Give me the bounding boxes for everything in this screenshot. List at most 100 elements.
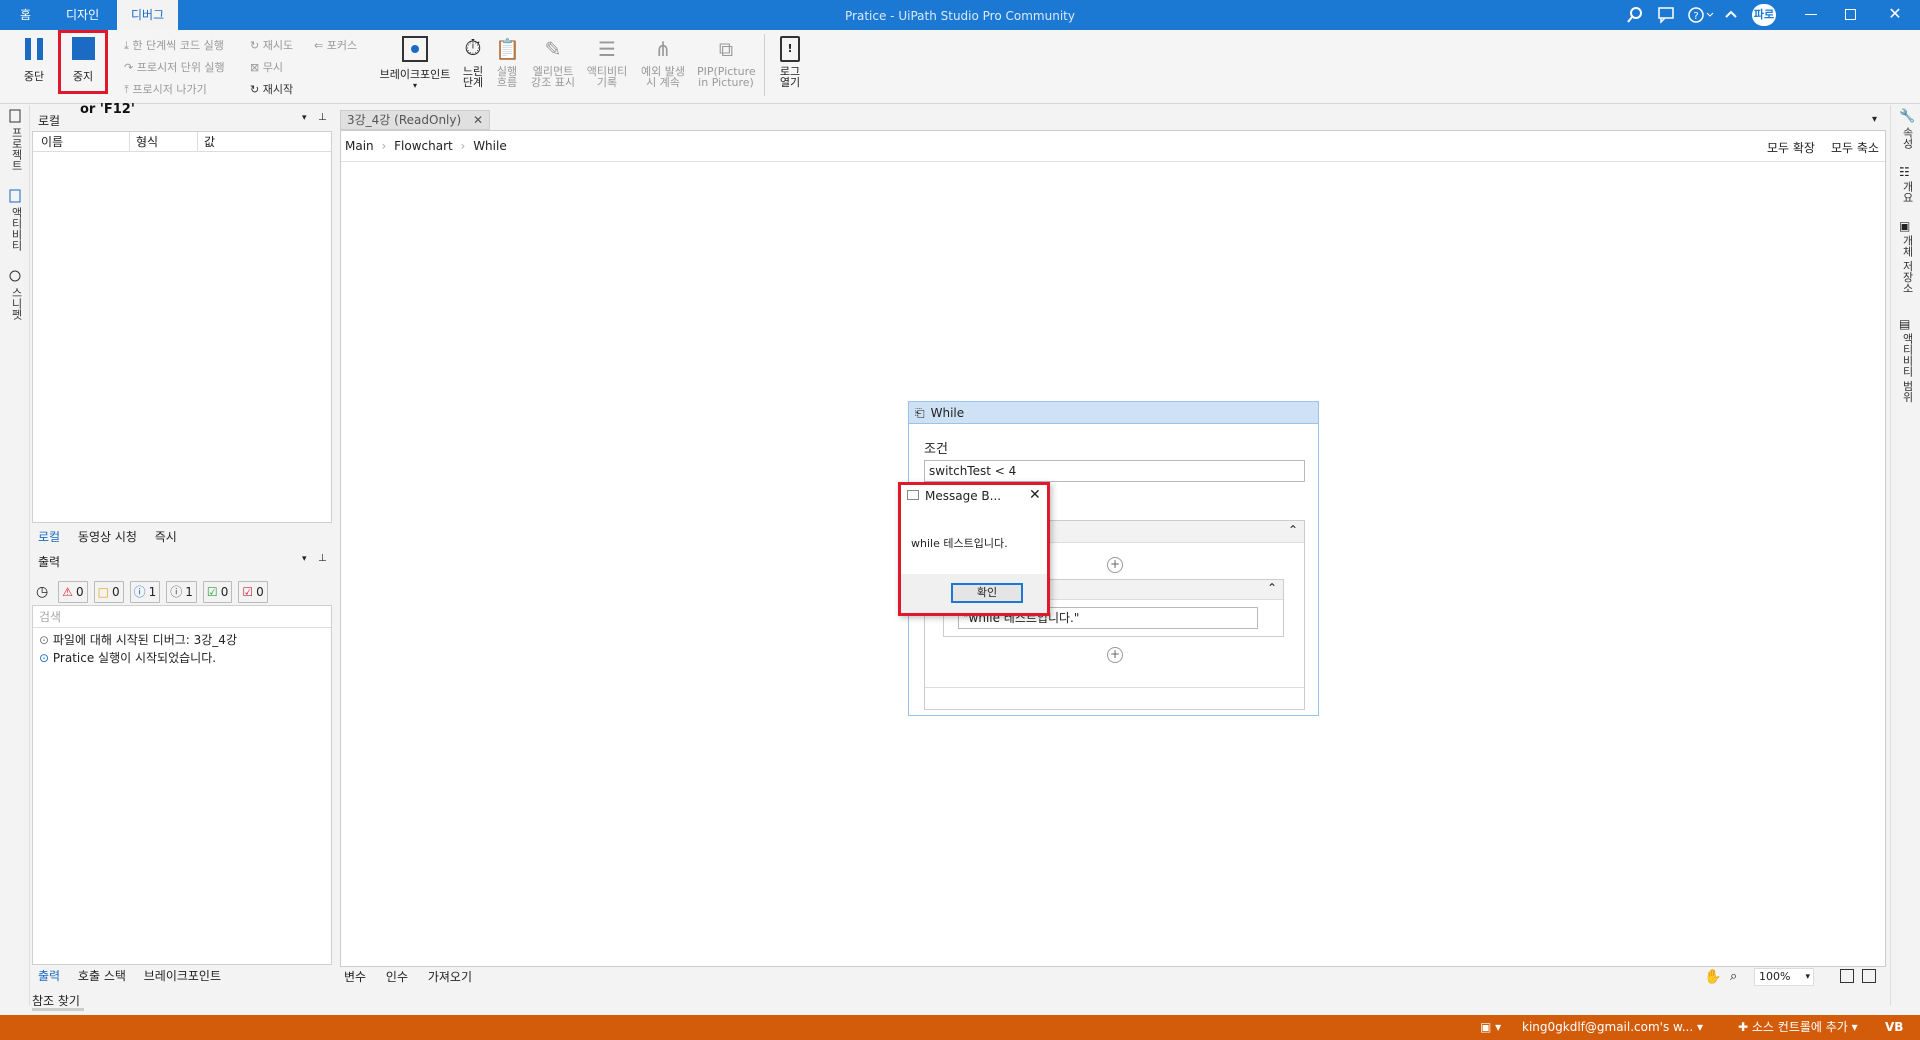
document-tab[interactable]: 3강_4강 (ReadOnly) ✕ (340, 110, 491, 130)
ignore-button[interactable]: ⊠ 무시 (250, 59, 283, 75)
info-icon: ⊙ (39, 651, 50, 665)
col-name[interactable]: 이름 (41, 132, 63, 152)
tab-watch[interactable]: 동영상 시청 (78, 530, 137, 544)
tab-variables[interactable]: 변수 (344, 970, 366, 984)
expand-all-link[interactable]: 모두 확장 (1767, 139, 1815, 156)
log-activities-button[interactable]: ☰ 액티비티 기록 (584, 36, 630, 88)
log-file-icon: ! (780, 36, 800, 62)
tab-immediate[interactable]: 즉시 (155, 530, 177, 544)
zoom-value: 100% (1759, 970, 1791, 983)
tab-locals[interactable]: 로컬 (38, 530, 60, 544)
close-icon[interactable]: ✕ (473, 113, 483, 127)
breakpoints-button[interactable]: 브레이크포인트 ▾ (374, 36, 456, 90)
verbose-count: 0 (256, 585, 264, 599)
tab-arguments[interactable]: 인수 (386, 970, 408, 984)
condition-input[interactable]: switchTest < 4 (924, 460, 1305, 482)
collapse-icon[interactable]: ⌃ (1288, 523, 1298, 537)
pip-button[interactable]: ⧉ PIP(Picture in Picture) (694, 36, 758, 88)
chevron-down-icon[interactable]: ▾ (1872, 114, 1877, 125)
breadcrumb-item[interactable]: While (473, 139, 507, 153)
sidebar-item-activity-coverage[interactable]: 액티비티 범위 (1899, 333, 1915, 403)
restart-button[interactable]: ↻ 재시작 (250, 81, 293, 97)
trace-filter[interactable]: ⓘ 1 (166, 581, 197, 603)
success-filter[interactable]: ☑ 0 (202, 581, 233, 603)
sidebar-item-activities[interactable]: 액티비티 (8, 207, 24, 251)
tab-breakpoints[interactable]: 브레이크포인트 (144, 969, 221, 983)
orchestrator-icon[interactable]: ▣ ▾ (1480, 1015, 1501, 1040)
chevron-down-icon: ▾ (1805, 972, 1810, 982)
collapse-all-link[interactable]: 모두 축소 (1831, 139, 1879, 156)
verbose-filter[interactable]: ☑ 0 (238, 581, 268, 603)
step-over-button[interactable]: ↷ 프로시저 단위 실행 (124, 59, 225, 75)
sidebar-item-project[interactable]: 프로젝트 (8, 127, 24, 171)
pin-icon[interactable]: ⊥ (318, 112, 327, 123)
open-logs-button[interactable]: ! 로그 열기 (772, 36, 808, 88)
tab-debug[interactable]: 디버그 (117, 0, 179, 30)
execution-trail-button[interactable]: 📋 실행 흐름 (492, 36, 522, 88)
wrench-icon: 🔧 (1899, 109, 1916, 124)
sidebar-item-object-repository[interactable]: 개체 저장소 (1899, 235, 1915, 294)
clock-icon[interactable]: ◷ (36, 584, 48, 600)
avatar[interactable]: 파로 (1752, 4, 1776, 26)
minimize-icon[interactable] (1805, 14, 1817, 15)
tab-design[interactable]: 디자인 (52, 0, 113, 30)
designer-canvas[interactable]: Main › Flowchart › While 모두 확장 모두 축소 ⎗ Wh… (340, 130, 1886, 967)
find-references-tab[interactable]: 참조 찾기 (32, 992, 80, 1009)
close-icon[interactable]: ✕ (1885, 4, 1905, 24)
restore-icon[interactable] (1845, 9, 1856, 20)
stop-button[interactable]: 중지 (62, 36, 104, 84)
collapse-icon[interactable]: ⌃ (1267, 581, 1277, 595)
pip-icon: ⧉ (718, 37, 734, 61)
chevron-up-icon[interactable] (1723, 6, 1739, 24)
add-to-source-control[interactable]: ✚ 소스 컨트롤에 추가 ▾ (1738, 1015, 1858, 1040)
breadcrumb-item[interactable]: Flowchart (394, 139, 453, 153)
tab-output[interactable]: 출력 (38, 969, 60, 983)
list-icon: ☰ (598, 37, 616, 61)
highlight-elements-button[interactable]: ✎ 엘리먼트 강조 표시 (526, 36, 580, 88)
ok-button[interactable]: 확인 (951, 583, 1023, 603)
help-icon[interactable]: ? (1687, 6, 1715, 24)
zoom-select[interactable]: 100% ▾ (1754, 968, 1814, 986)
col-type[interactable]: 형식 (129, 132, 158, 152)
trace-icon: ⓘ (170, 585, 183, 599)
close-icon[interactable]: ✕ (1029, 487, 1041, 503)
search-icon[interactable] (1626, 6, 1644, 24)
step-into-button[interactable]: ⤓ 한 단계씩 코드 실행 (124, 37, 224, 53)
sidebar-item-outline[interactable]: 개요 (1899, 181, 1915, 203)
sidebar-item-properties[interactable]: 속성 (1899, 127, 1915, 149)
warning-icon: □ (97, 585, 109, 599)
account-selector[interactable]: king0gkdlf@gmail.com's w... ▾ (1522, 1015, 1703, 1040)
focus-label: 포커스 (326, 39, 358, 52)
chevron-down-icon[interactable]: ▾ (302, 113, 307, 123)
chevron-down-icon[interactable]: ▾ (302, 554, 307, 564)
warning-filter[interactable]: □ 0 (93, 581, 124, 603)
tab-home[interactable]: 홈 (6, 0, 45, 30)
col-value[interactable]: 값 (197, 132, 215, 152)
hand-icon[interactable]: ✋ (1704, 967, 1721, 987)
outline-icon: ☷ (1899, 165, 1910, 179)
slow-step-button[interactable]: ⏱ 느린 단계 (458, 36, 488, 88)
breakpoint-icon (402, 36, 428, 62)
feedback-icon[interactable] (1657, 6, 1675, 24)
sidebar-item-snippets[interactable]: 스니펫 (8, 287, 24, 320)
highlighter-icon: ✎ (544, 37, 562, 61)
step-out-button[interactable]: ⤒ 프로시저 나가기 (124, 81, 207, 97)
continue-on-exception-button[interactable]: ⋔ 예외 발생 시 계속 (636, 36, 690, 88)
info-icon: ⓘ (133, 585, 146, 599)
add-activity-icon[interactable]: + (1107, 557, 1123, 573)
tab-call-stack[interactable]: 호출 스택 (78, 969, 126, 983)
add-activity-icon[interactable]: + (1107, 647, 1123, 663)
info-filter[interactable]: ⓘ 1 (129, 581, 161, 603)
fit-to-screen-icon[interactable] (1840, 969, 1854, 983)
breadcrumb-item[interactable]: Main (345, 139, 374, 153)
tab-imports[interactable]: 가져오기 (428, 970, 472, 984)
retry-button[interactable]: ↻ 재시도 (250, 37, 293, 53)
status-bar: ▣ ▾ king0gkdlf@gmail.com's w... ▾ ✚ 소스 컨… (0, 1015, 1920, 1040)
focus-button[interactable]: ⇐ 포커스 (314, 37, 357, 53)
output-search-input[interactable]: 검색 (33, 606, 331, 628)
pause-button[interactable]: 중단 (14, 36, 54, 84)
overview-icon[interactable] (1862, 969, 1876, 983)
error-filter[interactable]: ⚠ 0 (58, 581, 88, 603)
zoom-icon[interactable]: ⌕ (1730, 967, 1737, 987)
pin-icon[interactable]: ⊥ (318, 553, 327, 564)
